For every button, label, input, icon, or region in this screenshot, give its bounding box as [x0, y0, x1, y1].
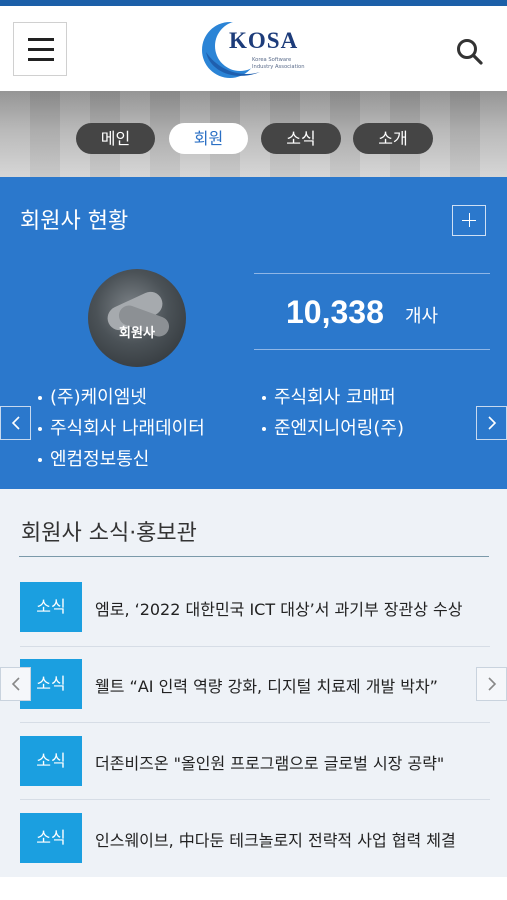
news-headline[interactable]: 엠로, ‘2022 대한민국 ICT 대상’서 과기부 장관상 수상 [95, 596, 489, 620]
divider [20, 646, 490, 647]
news-badge: 소식 [20, 582, 82, 632]
page-footer-space [0, 877, 507, 900]
member-item[interactable]: 준엔지니어링(주) [262, 414, 404, 440]
tab-main[interactable]: 메인 [76, 123, 155, 154]
site-header: KOSA Korea Software Industry Association [0, 6, 507, 91]
divider [20, 722, 490, 723]
member-item[interactable]: 주식회사 나래데이터 [38, 414, 205, 440]
member-item[interactable]: 주식회사 코매퍼 [262, 383, 396, 409]
section-title: 회원사 소식·홍보관 [21, 521, 197, 546]
chevron-left-icon [11, 416, 20, 430]
news-item[interactable]: 소식 엠로, ‘2022 대한민국 ICT 대상’서 과기부 장관상 수상 [20, 582, 490, 636]
chevron-right-icon [488, 677, 497, 691]
chevron-left-icon [11, 677, 20, 691]
hero-banner: 메인 회원 소식 소개 [0, 91, 507, 177]
news-item[interactable]: 소식 인스웨이브, 中다둔 테크놀로지 전략적 사업 협력 체결 [20, 813, 490, 867]
main-tabs: 메인 회원 소식 소개 [0, 123, 507, 155]
news-headline[interactable]: 웰트 “AI 인력 역량 강화, 디지털 치료제 개발 박차” [95, 673, 489, 697]
news-prev-button[interactable] [0, 667, 31, 701]
hamburger-icon [28, 38, 54, 41]
news-headline[interactable]: 더존비즈온 "올인원 프로그램으로 글로벌 시장 공략" [95, 750, 489, 774]
member-news-section: 회원사 소식·홍보관 소식 엠로, ‘2022 대한민국 ICT 대상’서 과기… [0, 489, 507, 877]
member-count-unit: 개사 [405, 306, 439, 327]
member-avatar-image: 회원사 [88, 269, 186, 367]
member-status-section: 회원사 현황 회원사 10,338 개사 (주)케이엠넷 주식회사 코매퍼 주식… [0, 177, 507, 489]
plus-icon[interactable] [452, 205, 486, 236]
news-badge: 소식 [20, 736, 82, 786]
tab-about[interactable]: 소개 [353, 123, 433, 154]
tab-members[interactable]: 회원 [169, 123, 248, 154]
tab-news[interactable]: 소식 [261, 123, 341, 154]
search-icon [457, 39, 483, 65]
kosa-logo[interactable]: KOSA Korea Software Industry Association [196, 16, 316, 84]
menu-button[interactable] [13, 22, 67, 76]
members-next-button[interactable] [476, 406, 507, 440]
member-count: 10,338 개사 [254, 273, 490, 350]
news-item[interactable]: 소식 더존비즈온 "올인원 프로그램으로 글로벌 시장 공략" [20, 736, 490, 790]
news-badge: 소식 [20, 813, 82, 863]
logo-subtitle: Korea Software Industry Association [252, 57, 305, 70]
news-next-button[interactable] [476, 667, 507, 701]
search-button[interactable] [454, 36, 486, 68]
chevron-right-icon [488, 416, 497, 430]
member-count-number: 10,338 [286, 294, 384, 330]
news-headline[interactable]: 인스웨이브, 中다둔 테크놀로지 전략적 사업 협력 체결 [95, 827, 489, 851]
member-item[interactable]: (주)케이엠넷 [38, 383, 147, 409]
news-item[interactable]: 소식 웰트 “AI 인력 역량 강화, 디지털 치료제 개발 박차” [20, 659, 490, 713]
member-list: (주)케이엠넷 주식회사 코매퍼 주식회사 나래데이터 준엔지니어링(주) 엔컴… [0, 381, 507, 481]
divider [20, 799, 490, 800]
divider [19, 556, 489, 557]
members-prev-button[interactable] [0, 406, 31, 440]
avatar-label: 회원사 [119, 326, 155, 341]
logo-text: KOSA [229, 28, 299, 53]
member-item[interactable]: 엔컴정보통신 [38, 445, 149, 471]
section-title: 회원사 현황 [20, 209, 129, 234]
